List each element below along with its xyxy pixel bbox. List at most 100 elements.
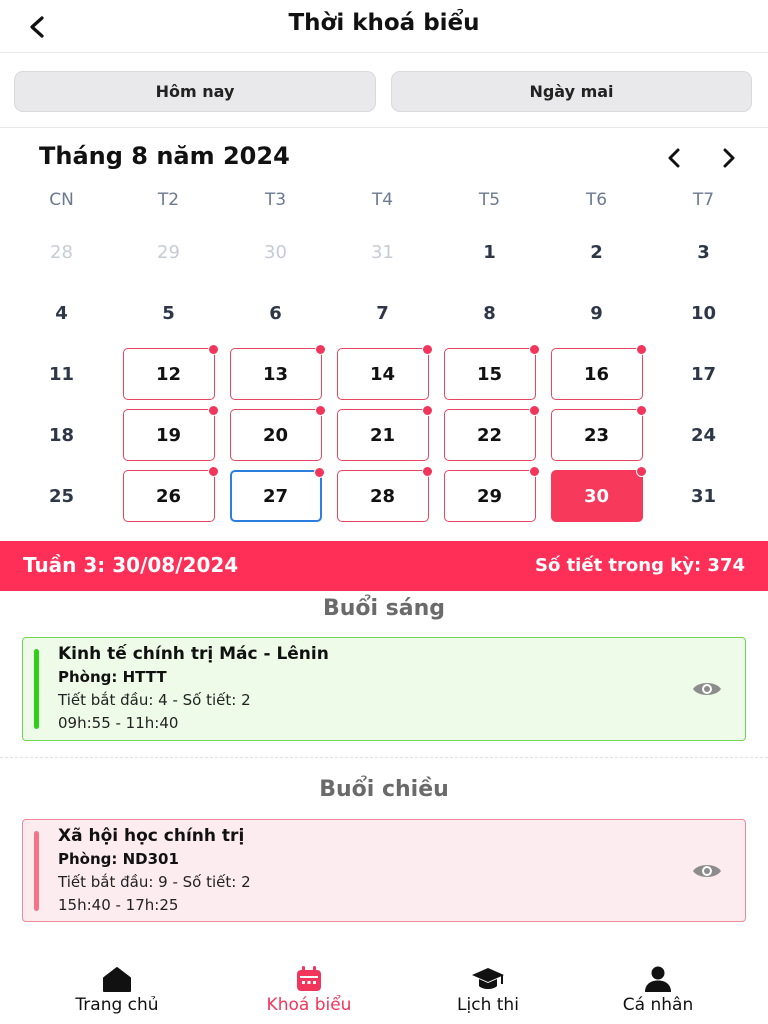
calendar-day-number: 30 (583, 485, 610, 507)
calendar-day-number: 5 (162, 302, 175, 324)
calendar-day-number: 6 (269, 302, 282, 324)
schedule-dot-indicator (421, 344, 433, 355)
schedule-dot-indicator (635, 344, 647, 355)
nav-profile-label: Cá nhân (622, 995, 694, 1015)
nav-home-label: Trang chủ (75, 995, 159, 1015)
app-header: Thời khoá biểu (0, 0, 768, 53)
nav-home[interactable]: Trang chủ (21, 965, 213, 1021)
calendar-day[interactable]: 29 (443, 466, 540, 522)
schedule-dot-indicator (421, 466, 433, 477)
calendar-day-number: 7 (376, 302, 389, 324)
prev-month-button[interactable] (660, 144, 688, 172)
calendar-day[interactable]: 4 (16, 287, 108, 339)
calendar-day-number: 1 (483, 241, 496, 263)
calendar-day[interactable]: 5 (123, 287, 215, 339)
calendar-day[interactable]: 19 (122, 405, 219, 461)
calendar-day-number: 18 (48, 424, 75, 446)
afternoon-class-card[interactable]: Xã hội học chính trị Phòng: ND301 Tiết b… (22, 819, 746, 922)
calendar-day[interactable]: 22 (443, 405, 540, 461)
calendar-day[interactable]: 17 (658, 348, 750, 400)
eye-icon (693, 865, 721, 877)
calendar-day-number: 23 (583, 424, 610, 446)
weekday-label: T6 (585, 190, 608, 210)
schedule-dot-indicator (314, 344, 326, 355)
calendar-day[interactable]: 25 (16, 470, 108, 522)
calendar-day[interactable]: 26 (122, 466, 219, 522)
calendar-day[interactable]: 28 (336, 466, 433, 522)
schedule-dot-indicator (528, 466, 540, 477)
view-detail-button[interactable] (691, 859, 723, 883)
class-room: Phòng: ND301 (58, 850, 179, 868)
calendar-day-number: 30 (264, 241, 287, 263)
calendar-day[interactable]: 14 (336, 344, 433, 400)
schedule-dot-indicator (635, 405, 647, 416)
class-time: 15h:40 - 17h:25 (58, 896, 179, 914)
weekday-header: CN T2 T3 T4 T5 T6 T7 (8, 190, 758, 214)
calendar-day[interactable]: 18 (16, 409, 108, 461)
calendar-day-number: 28 (369, 485, 396, 507)
weekday-label: T7 (692, 190, 715, 210)
schedule-dot-indicator (528, 405, 540, 416)
quick-date-row: Hôm nay Ngày mai (0, 54, 768, 128)
nav-exams-label: Lịch thi (457, 995, 519, 1015)
calendar-day[interactable]: 3 (658, 226, 750, 278)
nav-schedule-label: Khoá biểu (266, 995, 352, 1015)
calendar-day[interactable]: 23 (550, 405, 647, 461)
nav-profile[interactable]: Cá nhân (562, 965, 754, 1021)
calendar-day[interactable]: 7 (337, 287, 429, 339)
calendar-day-number: 27 (262, 485, 289, 507)
nav-exams[interactable]: Lịch thi (392, 965, 584, 1021)
schedule-dot-indicator (313, 467, 325, 478)
graduation-cap-icon (472, 968, 504, 989)
calendar-day-number: 26 (155, 485, 182, 507)
calendar-day-number: 4 (55, 302, 68, 324)
calendar-day[interactable]: 21 (336, 405, 433, 461)
calendar-day[interactable]: 12 (122, 344, 219, 400)
calendar-day-number: 10 (690, 302, 717, 324)
calendar-day[interactable]: 15 (443, 344, 540, 400)
class-subject: Kinh tế chính trị Mác - Lênin (58, 644, 329, 664)
schedule-dot-indicator (314, 405, 326, 416)
calendar-day[interactable]: 11 (16, 348, 108, 400)
morning-session-title: Buổi sáng (322, 596, 446, 621)
next-month-button[interactable] (715, 144, 743, 172)
calendar-day[interactable]: 28 (16, 226, 108, 278)
calendar-day-number: 11 (48, 363, 75, 385)
schedule-dot-indicator (635, 466, 647, 477)
calendar-day[interactable]: 31 (337, 226, 429, 278)
calendar-day-number: 22 (476, 424, 503, 446)
schedule-dot-indicator (528, 344, 540, 355)
view-detail-button[interactable] (691, 677, 723, 701)
calendar-day[interactable]: 30 (230, 226, 322, 278)
calendar-day[interactable]: 24 (658, 409, 750, 461)
calendar-day[interactable]: 31 (658, 470, 750, 522)
calendar-day[interactable]: 9 (551, 287, 643, 339)
class-period: Tiết bắt đầu: 9 - Số tiết: 2 (58, 873, 251, 891)
calendar-day[interactable]: 2 (551, 226, 643, 278)
calendar-day[interactable]: 20 (229, 405, 326, 461)
calendar-day[interactable]: 13 (229, 344, 326, 400)
calendar-day[interactable]: 27 (229, 467, 325, 522)
calendar-day[interactable]: 16 (550, 344, 647, 400)
calendar-day[interactable]: 6 (230, 287, 322, 339)
calendar-day[interactable]: 1 (444, 226, 536, 278)
nav-schedule[interactable]: Khoá biểu (213, 965, 405, 1021)
class-time: 09h:55 - 11h:40 (58, 714, 179, 732)
chevron-right-icon (723, 148, 735, 168)
calendar-day-number: 14 (369, 363, 396, 385)
calendar-day-number: 25 (48, 485, 75, 507)
class-room: Phòng: HTTT (58, 668, 167, 686)
month-title: Tháng 8 năm 2024 (39, 142, 290, 170)
tomorrow-button[interactable]: Ngày mai (391, 71, 752, 112)
bottom-navigation: Trang chủ Khoá biểu Lịch thi Cá nhân (0, 959, 768, 1024)
eye-icon (693, 683, 721, 695)
calendar-day[interactable]: 10 (658, 287, 750, 339)
calendar-day-number: 17 (690, 363, 717, 385)
morning-class-card[interactable]: Kinh tế chính trị Mác - Lênin Phòng: HTT… (22, 637, 746, 741)
calendar-day[interactable]: 30 (550, 466, 647, 522)
calendar-day[interactable]: 29 (123, 226, 215, 278)
calendar-day-number: 21 (369, 424, 396, 446)
calendar-day[interactable]: 8 (444, 287, 536, 339)
today-button[interactable]: Hôm nay (14, 71, 376, 112)
class-subject: Xã hội học chính trị (58, 826, 245, 846)
